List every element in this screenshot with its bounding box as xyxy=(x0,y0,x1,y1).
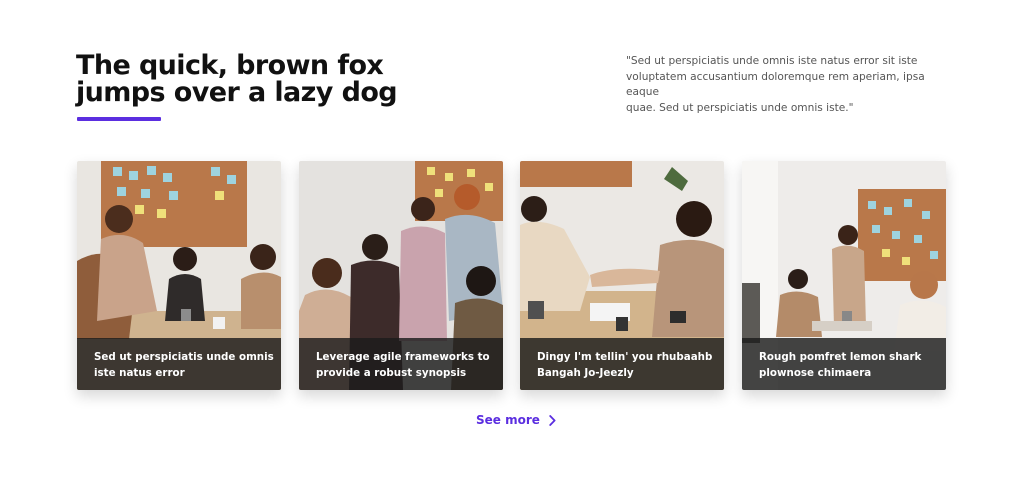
card-2[interactable]: Leverage agile frameworks to provide a r… xyxy=(299,161,503,390)
intro-quote-line-3: quae. Sed ut perspiciatis unde omnis ist… xyxy=(626,101,854,114)
card-2-caption: Leverage agile frameworks to provide a r… xyxy=(299,338,503,390)
section-title: The quick, brown fox jumps over a lazy d… xyxy=(76,52,416,106)
card-4[interactable]: Rough pomfret lemon shark plownose chima… xyxy=(742,161,946,390)
card-1-caption: Sed ut perspiciatis unde omnis iste natu… xyxy=(77,338,281,390)
card-grid: Sed ut perspiciatis unde omnis iste natu… xyxy=(77,161,946,390)
intro-quote-line-2: voluptatem accusantium doloremque rem ap… xyxy=(626,70,925,99)
intro-quote-line-1: "Sed ut perspiciatis unde omnis iste nat… xyxy=(626,55,918,67)
see-more-label: See more xyxy=(476,413,540,427)
card-3-caption-line-1: Dingy I'm tellin' you rhubaahb xyxy=(537,351,713,363)
title-accent-underline xyxy=(77,117,161,121)
card-4-caption-line-1: Rough pomfret lemon shark xyxy=(759,351,922,363)
card-3-caption-line-2: Bangah Jo-Jeezly xyxy=(537,367,634,379)
section-title-line-2: jumps over a lazy dog xyxy=(76,77,398,108)
card-1[interactable]: Sed ut perspiciatis unde omnis iste natu… xyxy=(77,161,281,390)
card-1-caption-line-1: Sed ut perspiciatis unde omnis xyxy=(94,351,274,363)
card-4-caption: Rough pomfret lemon shark plownose chima… xyxy=(742,338,946,390)
card-2-caption-line-1: Leverage agile frameworks to xyxy=(316,351,490,363)
card-1-caption-line-2: iste natus error xyxy=(94,367,185,379)
card-3-caption: Dingy I'm tellin' you rhubaahb Bangah Jo… xyxy=(520,338,724,390)
card-4-caption-line-2: plownose chimaera xyxy=(759,367,872,379)
card-3[interactable]: Dingy I'm tellin' you rhubaahb Bangah Jo… xyxy=(520,161,724,390)
section-title-line-1: The quick, brown fox xyxy=(76,50,384,81)
see-more-link[interactable]: See more xyxy=(476,413,556,427)
intro-quote: "Sed ut perspiciatis unde omnis iste nat… xyxy=(626,54,956,116)
chevron-right-icon xyxy=(549,414,556,426)
card-2-caption-line-2: provide a robust synopsis xyxy=(316,367,467,379)
